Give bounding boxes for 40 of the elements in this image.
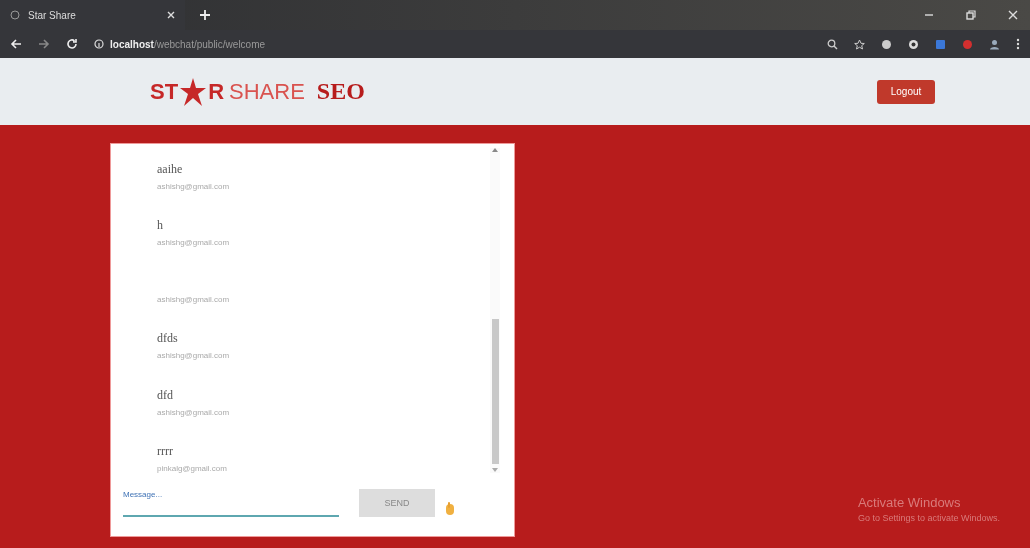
menu-icon[interactable] [1016,38,1020,50]
restore-icon[interactable] [966,10,976,20]
address-bar[interactable]: localhost/webchat/public/welcome [94,34,266,54]
field-label: Message... [123,490,164,499]
back-icon[interactable] [10,38,22,50]
sender-name: dfds [157,331,178,346]
sender-name: dfd [157,387,173,402]
scroll-up-icon[interactable] [492,148,498,153]
info-icon [94,39,104,49]
tab-title: Star Share [28,9,77,21]
sender-email: ashishg@gmail.com [157,238,231,248]
close-icon[interactable] [167,11,175,19]
logout-button[interactable]: Logout [877,79,935,104]
activation-text: Go to Settings to activate Windows. [857,513,1000,523]
sender-email: ashishg@gmail.com [157,407,231,417]
profile-icon[interactable] [989,38,1000,50]
logo-text: SEO [316,78,365,105]
star-icon[interactable] [854,38,865,50]
zoom-icon[interactable] [827,38,838,50]
hand-icon [445,501,455,517]
activation-title: Activate Windows [857,495,962,510]
sender-email: ashishg@gmail.com [157,351,231,361]
sender-name: aaihe [157,161,183,176]
sender-name: h [157,218,163,233]
sender-email: ashishg@gmail.com [157,294,231,304]
forward-icon[interactable] [38,38,50,50]
extension-icon[interactable] [881,38,892,50]
logo-text: ST [150,78,179,105]
globe-icon [10,10,20,20]
reload-icon[interactable] [66,38,78,50]
sender-email: ashishg@gmail.com [157,181,231,191]
logo-text: SHARE [229,78,305,105]
sender-email: pinkalg@gmail.com [157,464,228,474]
scrollbar[interactable] [490,148,500,473]
new-tab-icon[interactable] [199,9,211,21]
sender-name: rrrr [157,444,173,459]
close-icon[interactable] [1008,10,1018,20]
logo-text: R [208,78,224,105]
browser-tab[interactable]: Star Share [0,0,185,30]
extension-icon[interactable] [908,38,919,50]
